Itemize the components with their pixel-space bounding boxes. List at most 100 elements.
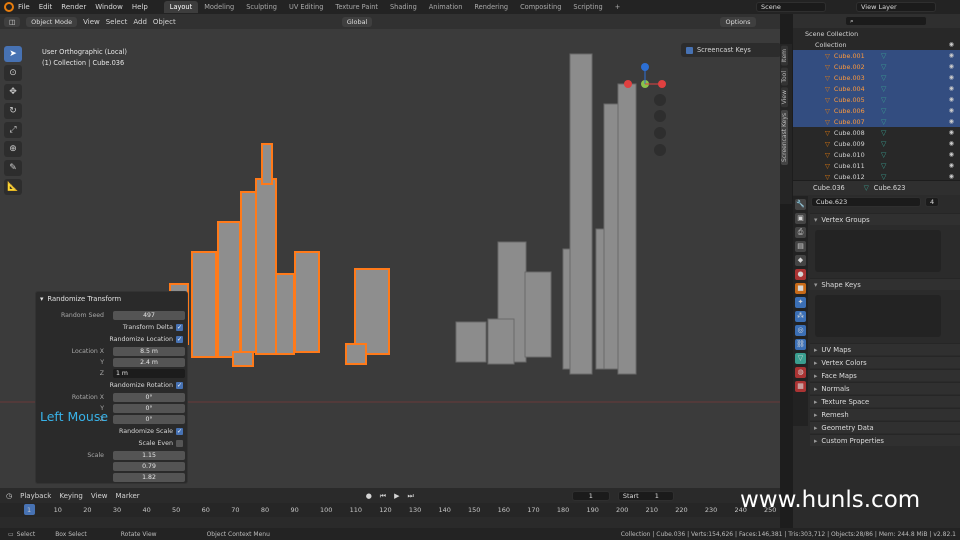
randomize-scale-checkbox[interactable]: ✓ bbox=[176, 427, 183, 435]
texture-tab-icon[interactable]: ▦ bbox=[795, 381, 806, 392]
transform-tool-icon[interactable]: ⊕ bbox=[4, 141, 22, 157]
random-seed-field[interactable]: 497 bbox=[113, 310, 185, 320]
mode-dropdown[interactable]: Object Mode bbox=[26, 16, 78, 27]
mesh-data-tab-icon[interactable]: ▽ bbox=[795, 353, 806, 364]
mesh-data-icon[interactable]: ▽ bbox=[881, 85, 886, 93]
menu-edit[interactable]: Edit bbox=[39, 3, 53, 11]
navigation-gizmo[interactable] bbox=[624, 63, 666, 88]
menu-marker[interactable]: Marker bbox=[115, 492, 139, 500]
menu-add[interactable]: Add bbox=[133, 18, 147, 26]
eye-icon[interactable]: ◉ bbox=[949, 52, 954, 59]
location-z-field[interactable]: 1 m bbox=[113, 368, 185, 378]
outliner-item[interactable]: ▽ Cube.009 ▽ ◉ bbox=[793, 138, 960, 149]
tab-uv-editing[interactable]: UV Editing bbox=[283, 1, 329, 13]
tab-item[interactable]: Item bbox=[781, 46, 788, 66]
menu-window[interactable]: Window bbox=[95, 3, 123, 11]
modifier-tab-icon[interactable]: ✦ bbox=[795, 297, 806, 308]
tab-sculpting[interactable]: Sculpting bbox=[240, 1, 283, 13]
mesh-data-icon[interactable]: ▽ bbox=[881, 74, 886, 82]
menu-keying[interactable]: Keying bbox=[59, 492, 83, 500]
object-tab-icon[interactable]: ■ bbox=[795, 283, 806, 294]
annotate-tool-icon[interactable]: ✎ bbox=[4, 160, 22, 176]
mesh-data-icon[interactable]: ▽ bbox=[881, 96, 886, 104]
panel-normals[interactable]: ▸ Normals bbox=[810, 382, 960, 394]
tab-screencast-keys[interactable]: Screencast Keys bbox=[781, 109, 788, 165]
constraints-tab-icon[interactable]: ⛓ bbox=[795, 339, 806, 350]
current-frame-field[interactable]: 1 bbox=[571, 491, 610, 501]
outliner-item[interactable]: ▽ Cube.012 ▽ ◉ bbox=[793, 171, 960, 181]
mesh-data-icon[interactable]: ▽ bbox=[881, 63, 886, 71]
users-count[interactable]: 4 bbox=[925, 197, 939, 207]
eye-icon[interactable]: ◉ bbox=[949, 74, 954, 81]
menu-render[interactable]: Render bbox=[61, 3, 86, 11]
menu-timeline-view[interactable]: View bbox=[91, 492, 108, 500]
checkbox-icon[interactable] bbox=[686, 46, 693, 54]
cursor-tool-icon[interactable]: ⊙ bbox=[4, 65, 22, 81]
editor-type-icon[interactable]: ◫ bbox=[4, 16, 21, 27]
randomize-location-checkbox[interactable]: ✓ bbox=[176, 335, 183, 343]
scale-even-checkbox[interactable] bbox=[176, 439, 183, 447]
measure-tool-icon[interactable]: 📐 bbox=[4, 179, 22, 195]
tab-layout[interactable]: Layout bbox=[163, 1, 199, 13]
outliner-item[interactable]: ▽ Cube.002 ▽ ◉ bbox=[793, 61, 960, 72]
menu-file[interactable]: File bbox=[18, 3, 30, 11]
jump-end-icon[interactable]: ⏭ bbox=[408, 492, 414, 501]
mesh-data-icon[interactable]: ▽ bbox=[881, 52, 886, 60]
eye-icon[interactable]: ◉ bbox=[949, 96, 954, 103]
rotation-x-field[interactable]: 0° bbox=[113, 392, 185, 402]
rotation-y-field[interactable]: 0° bbox=[113, 403, 185, 413]
tab-rendering[interactable]: Rendering bbox=[468, 1, 514, 13]
menu-playback[interactable]: Playback bbox=[20, 492, 51, 500]
scale-y-field[interactable]: 0.79 bbox=[113, 461, 185, 471]
panel-texture-space[interactable]: ▸ Texture Space bbox=[810, 395, 960, 407]
n-panel-screencast-keys[interactable]: Screencast Keys bbox=[681, 43, 781, 57]
mesh-data-icon[interactable]: ▽ bbox=[881, 173, 886, 181]
mesh-data-icon[interactable]: ▽ bbox=[881, 107, 886, 115]
blender-logo-icon[interactable] bbox=[4, 2, 14, 12]
eye-icon[interactable]: ◉ bbox=[949, 118, 954, 125]
menu-help[interactable]: Help bbox=[132, 3, 148, 11]
panel-shape-keys[interactable]: ▾ Shape Keys bbox=[810, 278, 960, 290]
eye-icon[interactable]: ◉ bbox=[949, 41, 954, 48]
mesh-data-icon[interactable]: ▽ bbox=[881, 140, 886, 148]
tab-view[interactable]: View bbox=[781, 87, 788, 108]
outliner-item[interactable]: ▽ Cube.011 ▽ ◉ bbox=[793, 160, 960, 171]
collapse-icon[interactable]: ▾ bbox=[40, 295, 43, 303]
output-tab-icon[interactable]: ⎙ bbox=[795, 227, 806, 238]
mesh-datablock-field[interactable]: Cube.623 bbox=[811, 197, 921, 207]
physics-tab-icon[interactable]: ◎ bbox=[795, 325, 806, 336]
material-tab-icon[interactable]: ◍ bbox=[795, 367, 806, 378]
menu-object[interactable]: Object bbox=[153, 18, 176, 26]
panel-remesh[interactable]: ▸ Remesh bbox=[810, 408, 960, 420]
randomize-rotation-checkbox[interactable]: ✓ bbox=[176, 381, 183, 389]
location-x-field[interactable]: 8.5 m bbox=[113, 346, 185, 356]
timeline-editor-icon[interactable]: ◷ bbox=[6, 492, 12, 500]
mesh-data-icon[interactable]: ▽ bbox=[881, 118, 886, 126]
vertex-groups-list[interactable] bbox=[815, 230, 941, 272]
tab-shading[interactable]: Shading bbox=[384, 1, 423, 13]
move-tool-icon[interactable]: ✥ bbox=[4, 84, 22, 100]
panel-geometry-data[interactable]: ▸ Geometry Data bbox=[810, 421, 960, 433]
eye-icon[interactable]: ◉ bbox=[949, 129, 954, 136]
mesh-data-icon[interactable]: ▽ bbox=[881, 162, 886, 170]
tab-compositing[interactable]: Compositing bbox=[514, 1, 567, 13]
tab-scripting[interactable]: Scripting bbox=[567, 1, 608, 13]
outliner-item[interactable]: ▽ Cube.003 ▽ ◉ bbox=[793, 72, 960, 83]
rotate-tool-icon[interactable]: ↻ bbox=[4, 103, 22, 119]
jump-start-icon[interactable]: ⏮ bbox=[380, 492, 386, 501]
scene-tab-icon[interactable]: ◆ bbox=[795, 255, 806, 266]
record-icon[interactable]: ● bbox=[366, 492, 372, 500]
panel-vertex-groups[interactable]: ▾ Vertex Groups bbox=[810, 213, 960, 225]
panel-face-maps[interactable]: ▸ Face Maps bbox=[810, 369, 960, 381]
view-layer-tab-icon[interactable]: ▤ bbox=[795, 241, 806, 252]
play-icon[interactable]: ▶ bbox=[394, 492, 399, 500]
scale-z-field[interactable]: 1.82 bbox=[113, 472, 185, 482]
outliner-item[interactable]: ▽ Cube.007 ▽ ◉ bbox=[793, 116, 960, 127]
add-workspace-button[interactable]: + bbox=[609, 1, 627, 13]
eye-icon[interactable]: ◉ bbox=[949, 85, 954, 92]
scale-tool-icon[interactable]: ⤢ bbox=[4, 122, 22, 138]
outliner-item[interactable]: ▽ Cube.006 ▽ ◉ bbox=[793, 105, 960, 116]
world-tab-icon[interactable]: ● bbox=[795, 269, 806, 280]
outliner-item[interactable]: ▽ Cube.004 ▽ ◉ bbox=[793, 83, 960, 94]
panel-header[interactable]: ▾ Randomize Transform bbox=[36, 292, 187, 306]
